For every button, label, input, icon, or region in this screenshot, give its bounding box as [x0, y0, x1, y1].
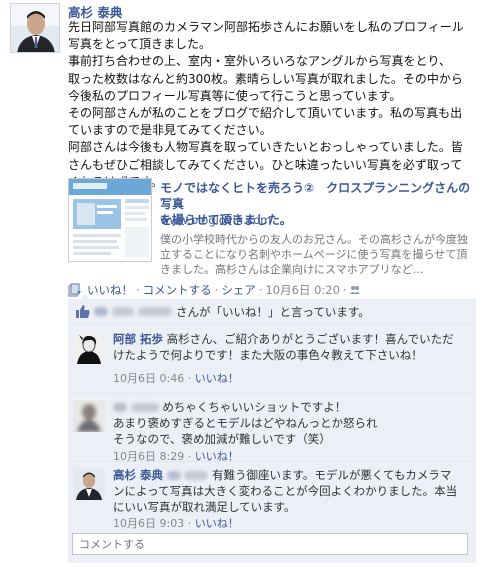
separator: · [258, 283, 263, 297]
comment-line: けたようで何よりです！また大阪の事色々教えて下さいね！ [113, 348, 423, 362]
post-line: 今後私のプロフィール写真等に使って行こうと思っています。 [68, 88, 402, 103]
commenter-avatar[interactable] [73, 400, 105, 432]
shared-link-description: 僕の小学校時代からの友人のお兄さん。その高杉さんが今度独 立することになり名刺や… [160, 232, 476, 277]
comment-line: にいい写真が取れ満足しています。 [113, 500, 296, 514]
comment-text: 阿部 拓歩 高杉さん、ご紹介ありがとうございます！喜んでいただ けたようで何より… [113, 331, 473, 363]
blurred-name [166, 471, 181, 480]
blurred-photo-icon [73, 400, 105, 432]
separator: · [214, 283, 219, 297]
post-line: 事前打ち合わせの上、室内・室外いろいろなアングルから写真をとり、 [68, 54, 452, 69]
webpage-thumbnail-icon [69, 179, 151, 261]
likes-text: さんが「いいね！」と言っています。 [176, 304, 370, 319]
comment-line: あまり褒めすぎるとモデルはどやねんっとか怒られ [113, 416, 378, 430]
commenter-name[interactable]: 阿部 拓歩 [113, 332, 163, 346]
post-line: さんもぜひご相談してみてください。ひと味違ったいい写真を必ず取って [68, 157, 463, 172]
like-link[interactable]: いいね！ [87, 282, 133, 298]
post-line: 取った枚数はなんと約300枚。素晴らしい写真が取れました。その中から [68, 71, 463, 86]
comment-text: めちゃくちゃいいショットですよ！ あまり褒めすぎるとモデルはどやねんっとか怒られ… [113, 399, 473, 447]
shared-link-domain[interactable]: www.bloglovin.com [160, 213, 271, 227]
comment-link[interactable]: コメントする [143, 282, 212, 298]
post-line: その阿部さんが私のことをブログで紹介して頂いています。私の写真も出 [68, 106, 463, 121]
comment-text: 高杉 泰典 有難う御座います。モデルが悪くてもカメラマ ンによって写真は大きく変… [113, 467, 473, 515]
feedback-panel: さんが「いいね！」と言っています。 阿部 拓歩 高杉さん、ご紹介ありがとうござい… [68, 294, 476, 563]
author-photo-icon [73, 468, 105, 500]
post-action-bar: いいね！ · コメントする · シェア · 10月6日 0:20 · [68, 282, 360, 298]
comment-item: 阿部 拓歩 高杉さん、ご紹介ありがとうございます！喜んでいただ けたようで何より… [68, 326, 476, 394]
separator: · [187, 372, 192, 385]
comment-line: そうなので、褒め加減が難しいです（笑） [113, 432, 331, 446]
commenter-name[interactable]: 高杉 泰典 [113, 468, 163, 482]
shared-link[interactable]: モノではなくヒトを売ろう② クロスプランニングさんの写真 を撮らせて頂きました。… [68, 178, 476, 277]
post-body: 先日阿部写真館のカメラマン阿部拓歩さんにお願いをし私のプロフィール 写真をとって… [68, 19, 476, 191]
blurred-name [130, 403, 159, 412]
blurred-name [112, 307, 134, 316]
commenter-avatar[interactable] [73, 468, 105, 500]
blurred-name [113, 403, 127, 412]
comment-item: めちゃくちゃいいショットですよ！ あまり褒めすぎるとモデルはどやねんっとか怒られ… [68, 394, 476, 463]
comment-timestamp[interactable]: 10月6日 9:03 [113, 517, 184, 530]
comment-meta: 10月6日 9:03 · いいね！ [113, 515, 239, 531]
comment-item: 高杉 泰典 有難う御座います。モデルが悪くてもカメラマ ンによって写真は大きく変… [68, 462, 476, 530]
shared-link-title-line: モノではなくヒトを売ろう② クロスプランニングさんの写真 [160, 181, 471, 211]
comment-body: めちゃくちゃいいショットですよ！ [162, 400, 347, 414]
comment-body: 高杉さん、ご紹介ありがとうございます！喜んでいただ [166, 332, 454, 346]
comment-timestamp[interactable]: 10月6日 0:46 [113, 372, 184, 385]
commenter-avatar[interactable] [73, 332, 105, 364]
separator: · [136, 283, 140, 297]
shared-link-thumbnail[interactable] [68, 178, 152, 262]
commenter-photo-icon [73, 332, 105, 364]
separator: · [342, 283, 347, 297]
share-link[interactable]: シェア [221, 282, 256, 298]
post-line: 先日阿部写真館のカメラマン阿部拓歩さんにお願いをし私のプロフィール [68, 20, 464, 34]
separator: · [187, 517, 192, 530]
shared-link-desc-line: 僕の小学校時代からの友人のお兄さん。その高杉さんが今度独 [160, 233, 468, 246]
shared-link-desc-line: 立することになり名刺やホームページに使う写真を撮らせて頂 [160, 248, 468, 261]
comment-line: 高杉 泰典 有難う御座います。モデルが悪くてもカメラマ [113, 467, 473, 483]
comment-line: めちゃくちゃいいショットですよ！ [113, 399, 473, 415]
likes-summary: さんが「いいね！」と言っています。 [68, 299, 476, 325]
post-line: 写真をとって頂きました。 [68, 37, 212, 52]
author-avatar[interactable] [10, 3, 60, 53]
blurred-name [184, 471, 209, 480]
comment-like-link[interactable]: いいね！ [195, 372, 239, 385]
post-line: 阿部さんは今後も人物写真を取っていきたいとおっしゃっていました。皆 [68, 140, 463, 155]
author-photo-icon [11, 4, 59, 52]
comment-line: 阿部 拓歩 高杉さん、ご紹介ありがとうございます！喜んでいただ [113, 331, 473, 347]
comment-input[interactable] [72, 533, 468, 555]
comment-meta: 10月6日 0:46 · いいね！ [113, 370, 239, 386]
shared-link-desc-line: きました。高杉さんは企業向けにスマホアプリなど... [160, 263, 424, 276]
blurred-name [94, 307, 108, 316]
thumbs-up-icon [76, 305, 90, 318]
post-line: ていますので是非見てみてください。 [68, 123, 272, 138]
comment-line: ンによって写真は大きく変わることが今回よくわかりました。本当 [113, 484, 458, 498]
privacy-icon[interactable] [349, 285, 360, 295]
comment-like-link[interactable]: いいね！ [195, 517, 239, 530]
post-timestamp[interactable]: 10月6日 0:20 [265, 282, 339, 298]
blurred-name [138, 307, 172, 316]
comment-body: 有難う御座います。モデルが悪くてもカメラマ [211, 468, 452, 482]
